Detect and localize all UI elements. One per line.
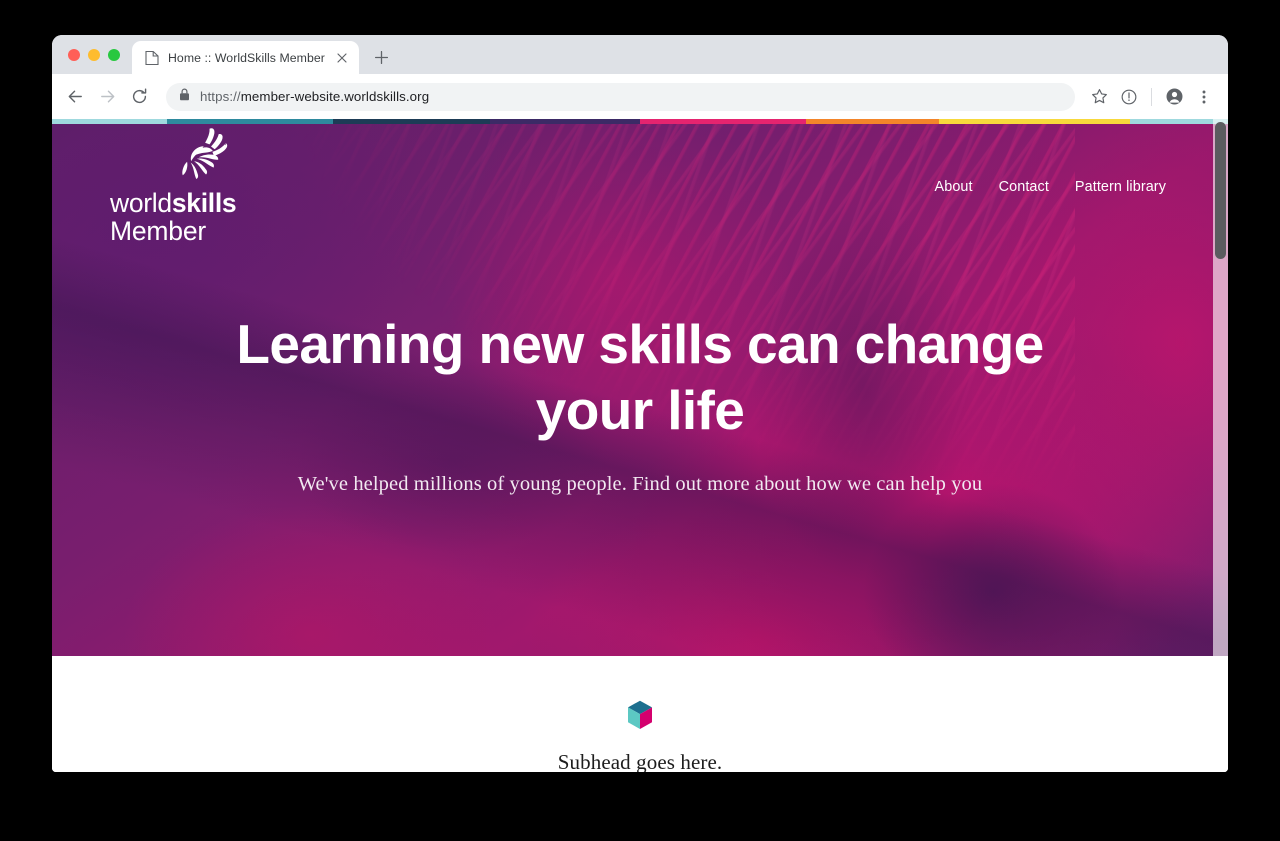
page-icon [145,50,159,66]
three-dot-menu-icon[interactable] [1190,83,1218,111]
accent-strip-segment-2 [332,119,491,124]
url-scheme: https:// [200,89,241,104]
accent-strip-segment-1 [167,119,333,124]
browser-toolbar: https://member-website.worldskills.org [52,74,1228,119]
site-logo-subtitle: Member [110,215,206,246]
accent-strip-segment-3 [490,119,640,124]
address-bar-url: https://member-website.worldskills.org [200,89,429,104]
browser-tab[interactable]: Home :: WorldSkills Member [132,41,359,74]
nav-link-contact[interactable]: Contact [999,179,1049,195]
address-bar[interactable]: https://member-website.worldskills.org [166,82,1075,111]
close-icon[interactable] [334,49,351,66]
accent-strip-segment-4 [640,119,807,124]
accent-strip-segment-0 [52,119,168,124]
back-button[interactable] [60,82,90,112]
site-navigation: About Contact Pattern library [935,179,1166,195]
new-tab-button[interactable] [368,43,396,71]
url-host: member-website.worldskills.org [240,89,430,104]
page-viewport: worldskills Member About Contact Pattern… [52,119,1228,772]
logo-word-bold: skills [171,188,237,218]
accent-strip-segment-6 [939,119,1131,124]
brand-accent-strip [52,119,1228,124]
browser-tab-title: Home :: WorldSkills Member [168,50,325,65]
hero-heading: Learning new skills can change your life [236,313,1044,441]
nav-link-about[interactable]: About [935,179,973,195]
hero-copy: Learning new skills can change your life… [52,311,1228,499]
isometric-cube-icon [52,700,1228,735]
close-window-button[interactable] [68,48,80,61]
page-scrollbar-thumb[interactable] [1215,122,1226,259]
minimize-window-button[interactable] [88,48,100,61]
lock-icon [179,88,190,106]
toolbar-divider [1151,87,1152,106]
logo-word-light: world [110,188,172,218]
info-circle-icon[interactable] [1115,83,1143,111]
nav-link-pattern-library[interactable]: Pattern library [1075,179,1166,195]
hero-section: worldskills Member About Contact Pattern… [52,119,1228,656]
page-scrollbar[interactable] [1213,119,1228,772]
maximize-window-button[interactable] [108,48,120,61]
browser-window: Home :: WorldSkills Member https://membe… [52,35,1228,772]
hero-subheading: We've helped millions of young people. F… [297,473,983,495]
site-logo-wordmark: worldskills [110,190,238,217]
feature-section: Subhead goes here. [52,656,1228,772]
feature-subhead: Subhead goes here. [557,750,723,772]
forward-button[interactable] [92,82,122,112]
site-header: worldskills Member About Contact Pattern… [52,119,1228,264]
profile-avatar-icon[interactable] [1160,83,1188,111]
site-logo[interactable]: worldskills Member [110,127,238,245]
window-traffic-lights [60,35,132,74]
reload-button[interactable] [124,82,154,112]
accent-strip-segment-5 [806,119,940,124]
star-icon[interactable] [1085,83,1113,111]
browser-tab-strip: Home :: WorldSkills Member [52,35,1228,74]
worldskills-hand-logo-mark [168,127,238,188]
